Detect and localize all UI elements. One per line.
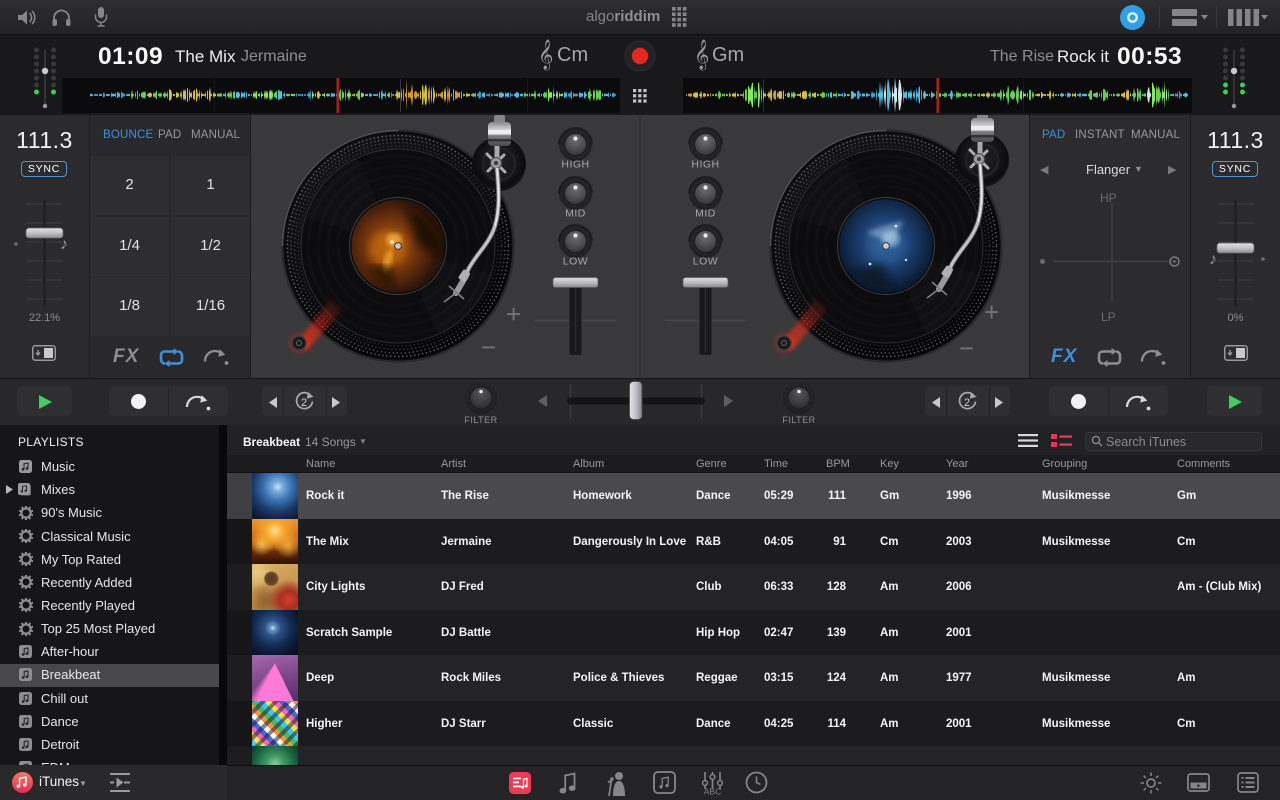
- svg-text:♪: ♪: [60, 236, 68, 253]
- svg-text:HIGH: HIGH: [561, 159, 589, 171]
- svg-text:+: +: [506, 299, 521, 329]
- svg-text:LOW: LOW: [563, 256, 588, 268]
- svg-text:MID: MID: [565, 208, 586, 220]
- svg-text:FILTER: FILTER: [464, 415, 497, 425]
- svg-text:+: +: [984, 297, 999, 327]
- svg-text:2: 2: [301, 397, 307, 409]
- svg-text:−: −: [481, 332, 496, 362]
- svg-text:2: 2: [964, 397, 970, 409]
- svg-text:♪: ♪: [1209, 251, 1217, 268]
- svg-text:HIGH: HIGH: [691, 159, 719, 171]
- svg-text:−: −: [959, 333, 974, 363]
- svg-text:LOW: LOW: [693, 256, 718, 268]
- svg-text:FILTER: FILTER: [782, 415, 815, 425]
- svg-text:ABC: ABC: [704, 787, 721, 796]
- svg-text:MID: MID: [695, 208, 716, 220]
